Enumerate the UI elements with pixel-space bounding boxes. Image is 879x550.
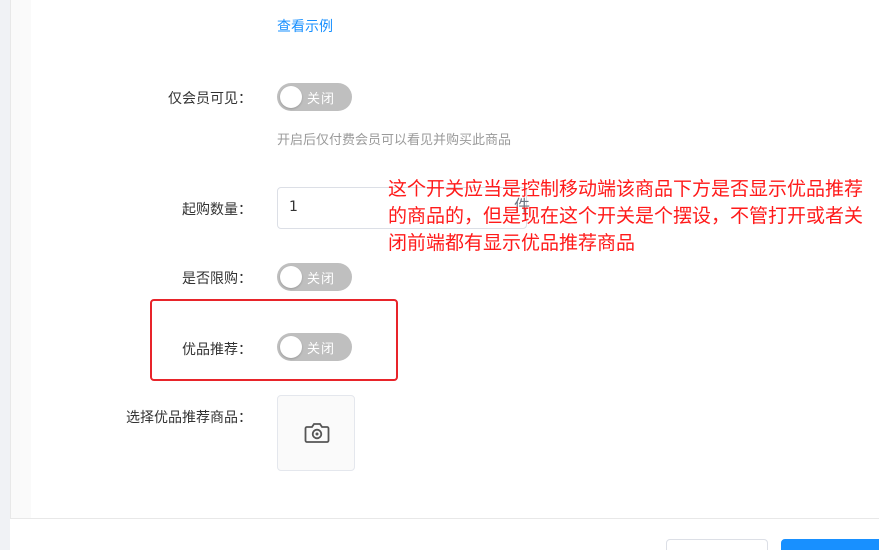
recommend-goods-label: 选择优品推荐商品：	[126, 410, 252, 426]
switch-text: 关闭	[307, 272, 336, 287]
submit-button[interactable]	[781, 539, 879, 550]
members-only-switch[interactable]: 关闭	[277, 83, 352, 111]
form-card	[10, 0, 879, 518]
switch-text: 关闭	[307, 92, 336, 107]
switch-knob	[280, 266, 302, 288]
view-example-link[interactable]: 查看示例	[277, 16, 333, 36]
members-only-label: 仅会员可见：	[168, 91, 252, 107]
switch-knob	[280, 86, 302, 108]
purchase-limit-label: 是否限购：	[182, 271, 252, 287]
annotation-text: 这个开关应当是控制移动端该商品下方是否显示优品推荐的商品的，但是现在这个开关是个…	[388, 178, 864, 254]
page-left-gutter	[0, 0, 10, 550]
purchase-limit-switch[interactable]: 关闭	[277, 263, 352, 291]
recommend-goods-upload[interactable]	[277, 395, 355, 471]
card-inner-shade	[11, 0, 31, 518]
cancel-button[interactable]	[666, 539, 768, 550]
camera-icon	[304, 423, 330, 443]
annotation-highlight-box	[150, 299, 398, 381]
members-only-help: 开启后仅付费会员可以看见并购买此商品	[277, 133, 512, 148]
min-purchase-value: 1	[289, 199, 298, 215]
min-purchase-label: 起购数量：	[182, 202, 252, 218]
